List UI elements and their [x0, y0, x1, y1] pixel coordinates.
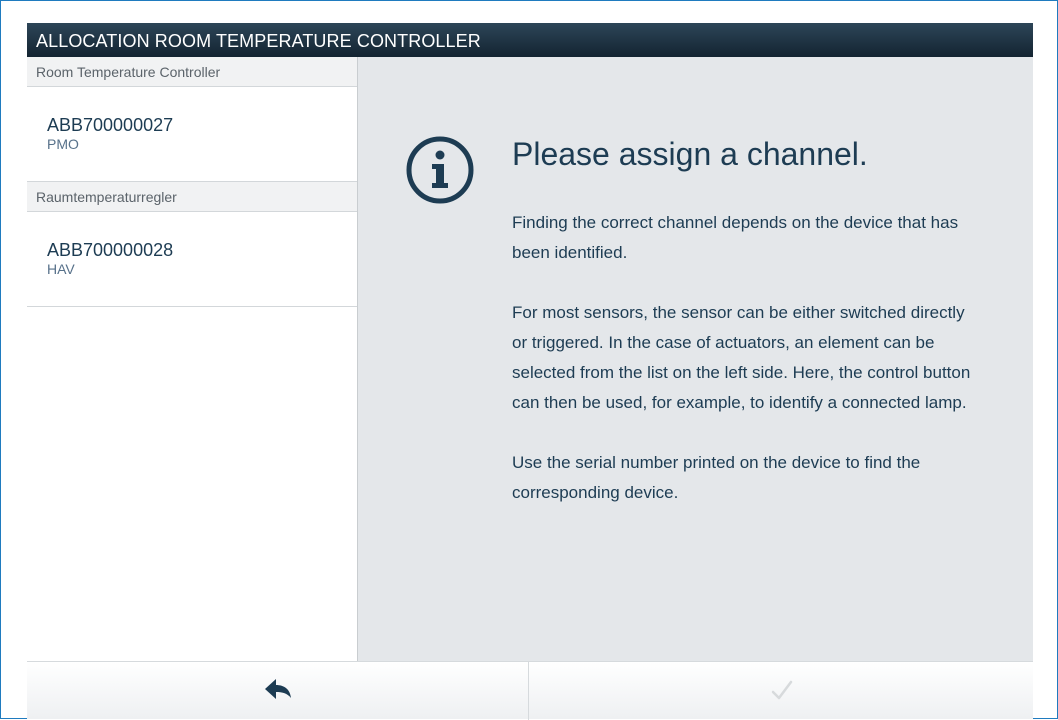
back-arrow-icon — [265, 679, 291, 699]
device-subtitle: HAV — [47, 261, 75, 277]
device-serial: ABB700000028 — [47, 240, 174, 260]
group-header-room-temperature-controller: Room Temperature Controller — [27, 57, 357, 87]
instruction-paragraph: For most sensors, the sensor can be eith… — [512, 303, 971, 412]
confirm-button[interactable] — [529, 662, 1033, 720]
instructions-text: Finding the correct channel depends on t… — [512, 208, 972, 538]
footer-toolbar — [27, 661, 1033, 720]
back-button[interactable] — [27, 662, 529, 720]
instruction-paragraph: Use the serial number printed on the dev… — [512, 453, 921, 502]
list-item-device-2[interactable]: ABB700000028 HAV — [27, 212, 357, 307]
instruction-paragraph: Finding the correct channel depends on t… — [512, 213, 959, 262]
sidebar: Room Temperature Controller ABB700000027… — [27, 57, 358, 661]
checkmark-icon — [771, 680, 793, 700]
group-header-raumtemperaturregler: Raumtemperaturregler — [27, 182, 357, 212]
device-serial: ABB700000027 — [47, 115, 174, 135]
page-heading: Please assign a channel. — [512, 136, 868, 172]
device-subtitle: PMO — [47, 136, 79, 152]
list-item-device-1[interactable]: ABB700000027 PMO — [27, 87, 357, 182]
info-circle-icon — [405, 135, 475, 205]
window-title: ALLOCATION ROOM TEMPERATURE CONTROLLER — [27, 23, 1033, 57]
